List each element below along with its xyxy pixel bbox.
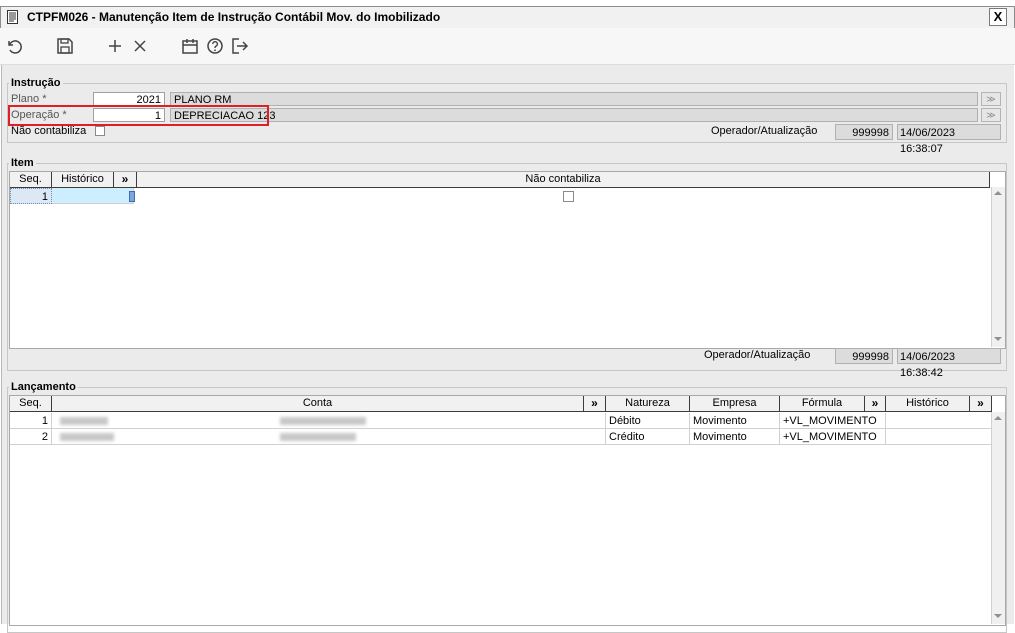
item-grid: Seq. Histórico » Não contabiliza 1 bbox=[9, 171, 1006, 349]
lancamento-grid: Seq. Conta » Natureza Empresa Fórmula » … bbox=[9, 395, 1006, 626]
scroll-up-icon[interactable] bbox=[994, 191, 1002, 195]
atualizacao-value: 14/06/2023 16:38:07 bbox=[897, 124, 1001, 155]
redacted-account-name bbox=[280, 433, 356, 441]
instrucao-legend: Instrução bbox=[11, 77, 61, 89]
nao-contabiliza-label: Não contabiliza bbox=[11, 125, 87, 137]
seq-cell[interactable]: 1 bbox=[10, 413, 52, 429]
formula-cell[interactable]: +VL_MOVIMENTO bbox=[780, 413, 886, 429]
plano-lookup-button[interactable]: ≫ bbox=[981, 92, 1001, 106]
historico-lookup-icon[interactable] bbox=[129, 191, 135, 202]
lancamento-legend: Lançamento bbox=[11, 381, 76, 393]
redacted-account-code bbox=[60, 417, 108, 425]
window-title: CTPFM026 - Manutenção Item de Instrução … bbox=[27, 10, 441, 24]
column-header-formula[interactable]: Fórmula bbox=[780, 396, 865, 411]
nao-contabiliza-row-checkbox[interactable] bbox=[563, 191, 574, 202]
historico-cell[interactable] bbox=[886, 429, 992, 445]
column-header-seq[interactable]: Seq. bbox=[10, 396, 52, 411]
plano-description: PLANO RM bbox=[170, 92, 978, 106]
document-icon bbox=[7, 10, 18, 24]
scroll-down-icon[interactable] bbox=[994, 614, 1002, 618]
save-button[interactable] bbox=[55, 36, 75, 56]
plano-input[interactable]: 2021 bbox=[93, 92, 165, 106]
expand-conta-button[interactable]: » bbox=[584, 396, 606, 411]
lancamento-grid-scrollbar[interactable] bbox=[991, 412, 1005, 624]
column-header-historico[interactable]: Histórico bbox=[886, 396, 970, 411]
scroll-up-icon[interactable] bbox=[994, 416, 1002, 420]
operador-label: Operador/Atualização bbox=[711, 125, 818, 137]
item-operador-value: 999998 bbox=[835, 348, 893, 364]
natureza-cell[interactable]: Crédito bbox=[606, 429, 690, 445]
operacao-lookup-button[interactable]: ≫ bbox=[981, 108, 1001, 122]
item-grid-header: Seq. Histórico » Não contabiliza bbox=[10, 172, 990, 188]
question-circle-icon bbox=[207, 38, 223, 54]
conta-cell[interactable] bbox=[52, 413, 606, 429]
plano-label: Plano * bbox=[11, 93, 47, 105]
window-title-bar: CTPFM026 - Manutenção Item de Instrução … bbox=[0, 6, 1015, 29]
toolbar bbox=[0, 28, 1015, 65]
calendar-button[interactable] bbox=[180, 36, 200, 56]
seq-cell[interactable]: 2 bbox=[10, 429, 52, 445]
expand-formula-button[interactable]: » bbox=[865, 396, 886, 411]
historico-cell[interactable] bbox=[52, 188, 134, 204]
table-row[interactable]: 1 bbox=[10, 188, 990, 204]
undo-icon bbox=[8, 40, 22, 54]
calendar-icon bbox=[182, 39, 198, 54]
add-button[interactable] bbox=[105, 36, 125, 56]
lancamento-grid-header: Seq. Conta » Natureza Empresa Fórmula » … bbox=[10, 396, 992, 412]
expand-historico-button[interactable]: » bbox=[970, 396, 992, 411]
delete-button[interactable] bbox=[130, 36, 150, 56]
refresh-button[interactable] bbox=[4, 36, 24, 56]
floppy-disk-icon bbox=[57, 38, 73, 54]
item-atualizacao-value: 14/06/2023 16:38:42 bbox=[897, 348, 1001, 379]
close-button[interactable]: X bbox=[989, 8, 1007, 26]
column-header-empresa[interactable]: Empresa bbox=[690, 396, 780, 411]
scroll-down-icon[interactable] bbox=[994, 337, 1002, 341]
table-row[interactable]: 1 Débito Movimento +VL_MOVIMENTO bbox=[10, 413, 992, 429]
expand-columns-button[interactable]: » bbox=[114, 172, 137, 187]
historico-cell[interactable] bbox=[886, 413, 992, 429]
table-row[interactable]: 2 Crédito Movimento +VL_MOVIMENTO bbox=[10, 429, 992, 445]
nao-contabiliza-checkbox[interactable] bbox=[95, 126, 105, 136]
redacted-account-name bbox=[280, 417, 366, 425]
column-header-seq[interactable]: Seq. bbox=[10, 172, 52, 187]
help-button[interactable] bbox=[205, 36, 225, 56]
formula-cell[interactable]: +VL_MOVIMENTO bbox=[780, 429, 886, 445]
operador-value: 999998 bbox=[835, 124, 893, 140]
x-icon bbox=[134, 40, 146, 52]
redacted-account-code bbox=[60, 433, 114, 441]
item-operador-label: Operador/Atualização bbox=[704, 349, 811, 361]
form-body: Instrução Plano * 2021 PLANO RM ≫ Operaç… bbox=[1, 65, 1014, 633]
natureza-cell[interactable]: Débito bbox=[606, 413, 690, 429]
empresa-cell[interactable]: Movimento bbox=[690, 413, 780, 429]
column-header-historico[interactable]: Histórico bbox=[52, 172, 114, 187]
column-header-conta[interactable]: Conta bbox=[52, 396, 584, 411]
operacao-description: DEPRECIACAO 123 bbox=[170, 108, 978, 122]
column-header-nao-contabiliza[interactable]: Não contabiliza bbox=[137, 172, 990, 187]
plus-icon bbox=[109, 40, 121, 52]
item-legend: Item bbox=[11, 157, 34, 169]
column-header-natureza[interactable]: Natureza bbox=[606, 396, 690, 411]
conta-cell[interactable] bbox=[52, 429, 606, 445]
seq-cell[interactable]: 1 bbox=[10, 188, 52, 204]
operacao-highlight bbox=[8, 105, 269, 126]
exit-button[interactable] bbox=[230, 36, 250, 56]
item-grid-scrollbar[interactable] bbox=[991, 187, 1005, 347]
empresa-cell[interactable]: Movimento bbox=[690, 429, 780, 445]
exit-arrow-icon bbox=[232, 38, 249, 54]
